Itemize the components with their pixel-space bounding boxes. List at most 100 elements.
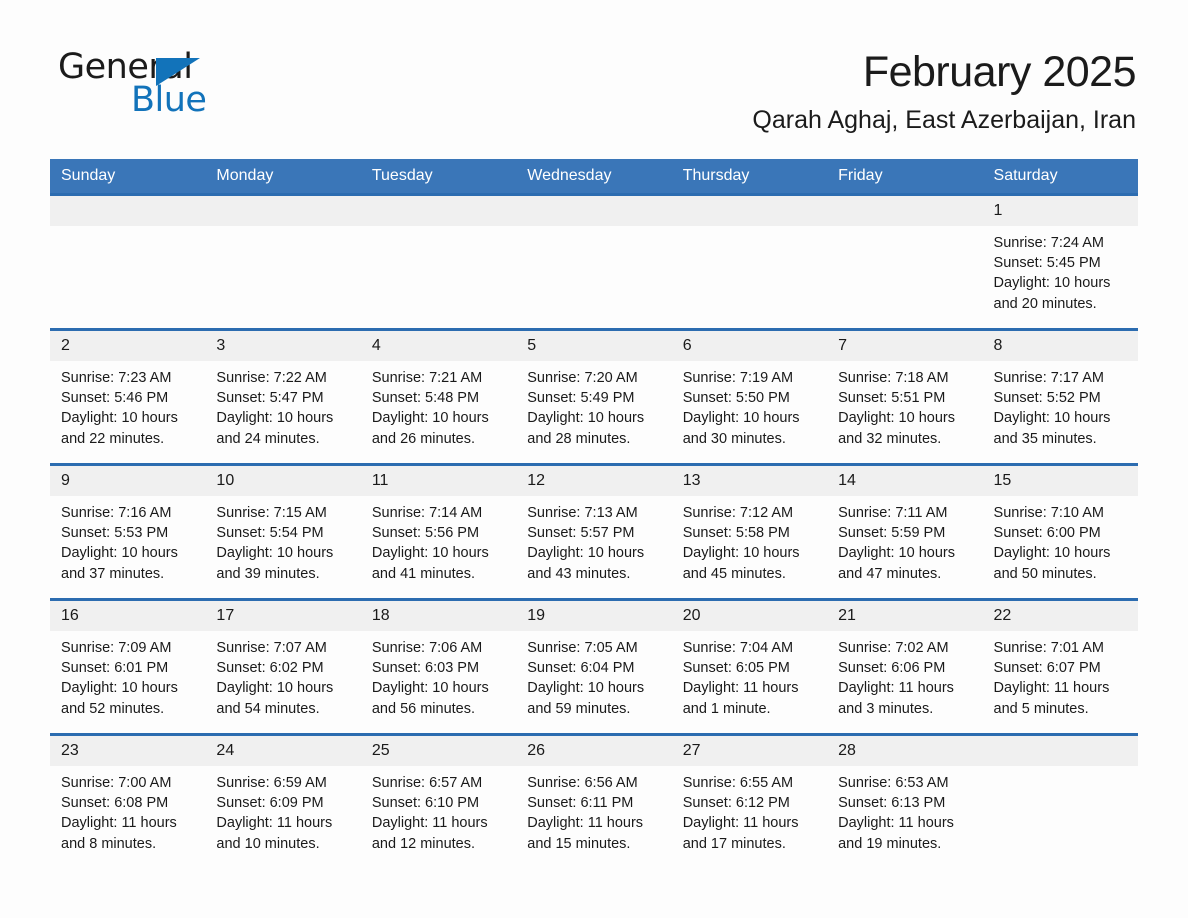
sunrise-text: Sunrise: 7:05 AM: [527, 640, 638, 656]
day-number: 16: [50, 601, 206, 631]
calendar-day-cell[interactable]: 24 Sunrise: 6:59 AM Sunset: 6:09 PM Dayligh…: [205, 733, 361, 870]
calendar-day-cell[interactable]: 11 Sunrise: 7:14 AM Sunset: 5:56 PM Dayligh…: [360, 463, 517, 600]
day-number: 8: [982, 331, 1138, 361]
weekday-header-monday: Monday: [205, 159, 361, 195]
day-number: 11: [360, 466, 517, 496]
day-details: Sunrise: 7:20 AM Sunset: 5:49 PM Daylight:…: [516, 361, 671, 449]
calendar-empty-cell: [982, 733, 1138, 870]
sunset-text: Sunset: 6:13 PM: [838, 795, 946, 812]
sunset-text: Sunset: 5:56 PM: [371, 525, 480, 542]
weekday-header-wednesday: Wednesday: [516, 159, 672, 195]
sunrise-text: Sunrise: 7:24 AM: [993, 235, 1104, 251]
daylight-text: Daylight: 11 hours and 3 minutes.: [838, 680, 954, 717]
daylight-text: Daylight: 10 hours and 28 minutes.: [527, 410, 645, 447]
logo-text-blue: Blue: [131, 80, 207, 120]
weekday-header-tuesday: Tuesday: [360, 159, 517, 195]
day-details: Sunrise: 7:10 AM Sunset: 6:00 PM Daylight:…: [983, 496, 1138, 584]
daylight-text: Daylight: 11 hours and 10 minutes.: [216, 815, 333, 852]
day-number: [50, 196, 206, 226]
day-number: 7: [827, 331, 983, 361]
sunset-text: Sunset: 5:54 PM: [216, 525, 324, 542]
calendar-day-cell[interactable]: 23 Sunrise: 7:00 AM Sunset: 6:08 PM Dayligh…: [50, 733, 206, 870]
page-title: February 2025: [862, 48, 1137, 96]
calendar-week-row: 16 Sunrise: 7:09 AM Sunset: 6:01 PM Dayligh…: [50, 598, 1138, 735]
calendar-day-cell[interactable]: 13 Sunrise: 7:12 AM Sunset: 5:58 PM Dayligh…: [671, 463, 828, 600]
calendar-day-cell[interactable]: 2 Sunrise: 7:23 AM Sunset: 5:46 PM Daylight…: [50, 328, 206, 465]
daylight-text: Daylight: 10 hours and 52 minutes.: [61, 680, 178, 717]
calendar-day-cell[interactable]: 5 Sunrise: 7:20 AM Sunset: 5:49 PM Daylight…: [516, 328, 672, 465]
daylight-text: Daylight: 10 hours and 43 minutes.: [527, 545, 645, 582]
calendar-day-cell[interactable]: 7 Sunrise: 7:18 AM Sunset: 5:51 PM Daylight…: [827, 328, 983, 465]
calendar-empty-cell: [516, 193, 672, 330]
day-number: 26: [516, 736, 672, 766]
weekday-header-friday: Friday: [827, 159, 983, 195]
sunrise-text: Sunrise: 7:12 AM: [682, 505, 794, 521]
calendar-day-cell[interactable]: 27 Sunrise: 6:55 AM Sunset: 6:12 PM Dayligh…: [671, 733, 828, 870]
sunset-text: Sunset: 6:00 PM: [993, 525, 1101, 542]
calendar-day-cell[interactable]: 15 Sunrise: 7:10 AM Sunset: 6:00 PM Dayligh…: [982, 463, 1138, 600]
day-number: [516, 196, 672, 226]
calendar-week-row: 2 Sunrise: 7:23 AM Sunset: 5:46 PM Daylight…: [50, 328, 1138, 465]
calendar-empty-cell: [827, 193, 983, 330]
calendar-week-row: 9 Sunrise: 7:16 AM Sunset: 5:53 PM Daylight…: [50, 463, 1138, 600]
calendar-day-cell[interactable]: 6 Sunrise: 7:19 AM Sunset: 5:50 PM Daylight…: [671, 328, 828, 465]
day-details: Sunrise: 6:55 AM Sunset: 6:12 PM Daylight:…: [672, 766, 827, 854]
calendar-day-cell[interactable]: 4 Sunrise: 7:21 AM Sunset: 5:48 PM Daylight…: [360, 328, 517, 465]
daylight-text: Daylight: 10 hours and 56 minutes.: [371, 680, 489, 717]
calendar-day-cell[interactable]: 14 Sunrise: 7:11 AM Sunset: 5:59 PM Dayligh…: [827, 463, 983, 600]
calendar-day-cell[interactable]: 3 Sunrise: 7:22 AM Sunset: 5:47 PM Daylight…: [205, 328, 361, 465]
day-number: 19: [516, 601, 672, 631]
daylight-text: Daylight: 10 hours and 45 minutes.: [682, 545, 800, 582]
calendar-week-row: 1 Sunrise: 7:24 AM Sunset: 5:45 PM Daylight…: [50, 193, 1138, 330]
calendar-day-cell[interactable]: 26 Sunrise: 6:56 AM Sunset: 6:11 PM Dayligh…: [516, 733, 672, 870]
calendar-day-cell[interactable]: 22 Sunrise: 7:01 AM Sunset: 6:07 PM Dayligh…: [982, 598, 1138, 735]
weekday-header-row: Sunday Monday Tuesday Wednesday Thursday…: [50, 159, 1138, 195]
calendar-day-cell[interactable]: 8 Sunrise: 7:17 AM Sunset: 5:52 PM Daylight…: [982, 328, 1138, 465]
sunrise-text: Sunrise: 7:09 AM: [61, 640, 172, 656]
calendar-day-cell[interactable]: 17 Sunrise: 7:07 AM Sunset: 6:02 PM Dayligh…: [205, 598, 361, 735]
calendar-day-cell[interactable]: 1 Sunrise: 7:24 AM Sunset: 5:45 PM Daylight…: [982, 193, 1138, 330]
day-details: Sunrise: 7:13 AM Sunset: 5:57 PM Daylight:…: [516, 496, 671, 584]
calendar-day-cell[interactable]: 16 Sunrise: 7:09 AM Sunset: 6:01 PM Dayligh…: [50, 598, 206, 735]
sunset-text: Sunset: 5:46 PM: [61, 390, 169, 407]
page-header: General Blue February 2025 Qarah Aghaj, …: [0, 0, 1188, 134]
sunrise-text: Sunrise: 6:53 AM: [838, 775, 949, 791]
day-number: [671, 196, 828, 226]
daylight-text: Daylight: 10 hours and 39 minutes.: [216, 545, 334, 582]
sunset-text: Sunset: 6:03 PM: [371, 660, 480, 677]
day-details: Sunrise: 7:16 AM Sunset: 5:53 PM Daylight:…: [50, 496, 205, 584]
daylight-text: Daylight: 11 hours and 17 minutes.: [682, 815, 799, 852]
day-details: Sunrise: 6:59 AM Sunset: 6:09 PM Daylight:…: [205, 766, 360, 854]
day-details: Sunrise: 7:17 AM Sunset: 5:52 PM Daylight:…: [983, 361, 1138, 449]
day-number: [205, 196, 361, 226]
day-details: Sunrise: 6:53 AM Sunset: 6:13 PM Daylight:…: [827, 766, 982, 854]
calendar-day-cell[interactable]: 28 Sunrise: 6:53 AM Sunset: 6:13 PM Dayligh…: [827, 733, 983, 870]
sunrise-text: Sunrise: 7:00 AM: [61, 775, 172, 791]
day-number: 18: [360, 601, 517, 631]
sunset-text: Sunset: 6:10 PM: [371, 795, 480, 812]
daylight-text: Daylight: 11 hours and 12 minutes.: [371, 815, 488, 852]
calendar-day-cell[interactable]: 25 Sunrise: 6:57 AM Sunset: 6:10 PM Dayligh…: [360, 733, 517, 870]
sunset-text: Sunset: 5:52 PM: [993, 390, 1101, 407]
day-details: Sunrise: 7:24 AM Sunset: 5:45 PM Daylight:…: [983, 226, 1138, 314]
location-subtitle: Qarah Aghaj, East Azerbaijan, Iran: [752, 106, 1136, 134]
day-number: [827, 196, 983, 226]
calendar-day-cell[interactable]: 20 Sunrise: 7:04 AM Sunset: 6:05 PM Dayligh…: [671, 598, 828, 735]
calendar-day-cell[interactable]: 10 Sunrise: 7:15 AM Sunset: 5:54 PM Dayligh…: [205, 463, 361, 600]
sunrise-text: Sunrise: 7:14 AM: [371, 505, 483, 521]
calendar-empty-cell: [671, 193, 828, 330]
sunset-text: Sunset: 6:05 PM: [682, 660, 790, 677]
sunset-text: Sunset: 5:59 PM: [838, 525, 946, 542]
calendar-day-cell[interactable]: 21 Sunrise: 7:02 AM Sunset: 6:06 PM Dayligh…: [827, 598, 983, 735]
calendar-day-cell[interactable]: 9 Sunrise: 7:16 AM Sunset: 5:53 PM Daylight…: [50, 463, 206, 600]
calendar-day-cell[interactable]: 19 Sunrise: 7:05 AM Sunset: 6:04 PM Dayligh…: [516, 598, 672, 735]
day-details: Sunrise: 7:21 AM Sunset: 5:48 PM Daylight:…: [361, 361, 516, 449]
day-number: 28: [827, 736, 983, 766]
calendar-day-cell[interactable]: 12 Sunrise: 7:13 AM Sunset: 5:57 PM Dayligh…: [516, 463, 672, 600]
sunrise-text: Sunrise: 7:10 AM: [993, 505, 1104, 521]
day-number: 13: [671, 466, 828, 496]
sunset-text: Sunset: 5:57 PM: [527, 525, 635, 542]
calendar-day-cell[interactable]: 18 Sunrise: 7:06 AM Sunset: 6:03 PM Dayligh…: [360, 598, 517, 735]
day-number: 6: [671, 331, 828, 361]
title-block: February 2025 Qarah Aghaj, East Azerbaij…: [752, 46, 1136, 136]
